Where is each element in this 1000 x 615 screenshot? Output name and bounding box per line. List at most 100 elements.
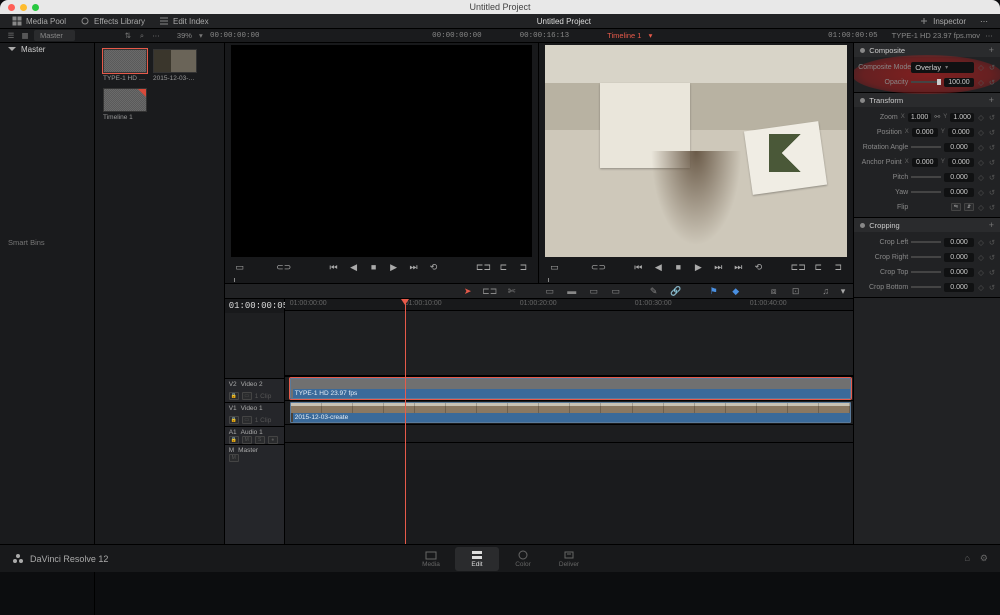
prev-frame-icon[interactable]: ◀ xyxy=(347,260,361,274)
list-view-icon[interactable]: ☰ xyxy=(6,31,16,41)
reset-icon[interactable]: ↺ xyxy=(988,143,996,152)
home-icon[interactable]: ⌂ xyxy=(964,553,969,564)
viewer-options-icon[interactable]: ⋯ xyxy=(984,31,994,41)
crop-bottom-slider[interactable] xyxy=(911,286,941,288)
timeline-current-tc[interactable]: 01:00:00:05 xyxy=(225,299,284,313)
enable-dot-icon[interactable] xyxy=(860,48,865,53)
flip-v-icon[interactable]: ⇵ xyxy=(964,203,974,211)
fit-to-fill-icon[interactable]: ▭ xyxy=(609,284,623,298)
crop-left-slider[interactable] xyxy=(911,241,941,243)
keyframe-icon[interactable]: ◇ xyxy=(977,188,985,197)
sort-icon[interactable]: ⇅ xyxy=(123,31,133,41)
reset-icon[interactable]: ↺ xyxy=(988,78,996,87)
pitch-slider[interactable] xyxy=(911,176,941,178)
breadcrumb[interactable]: Master xyxy=(34,30,75,41)
replace-clip-icon[interactable]: ▭ xyxy=(587,284,601,298)
clip-thumb[interactable]: TYPE-1 HD 23.97 fps... xyxy=(103,49,147,82)
arm-icon[interactable]: ● xyxy=(268,436,278,444)
track-header-v2[interactable]: V2Video 2 🔒▭1 Clip xyxy=(225,378,284,402)
section-header-transform[interactable]: Transform + xyxy=(854,93,1000,107)
reset-icon[interactable]: ↺ xyxy=(988,63,996,72)
link-icon[interactable]: ⚯ xyxy=(934,113,940,121)
in-out-icon[interactable]: ⊏⊐ xyxy=(476,260,490,274)
match-frame-icon[interactable]: ▭ xyxy=(233,260,247,274)
crop-left-input[interactable]: 0.000 xyxy=(944,238,974,247)
pos-x-input[interactable]: 0.000 xyxy=(912,128,938,137)
yaw-slider[interactable] xyxy=(911,191,941,193)
crop-right-input[interactable]: 0.000 xyxy=(944,253,974,262)
track-header-master[interactable]: MMaster M xyxy=(225,444,284,462)
marker-icon[interactable]: ✎ xyxy=(647,284,661,298)
track-auto-icon[interactable]: ▭ xyxy=(242,416,252,424)
keyframe-icon[interactable]: ◇ xyxy=(977,173,985,182)
edit-index-toggle[interactable]: Edit Index xyxy=(159,16,209,26)
reset-section-icon[interactable]: + xyxy=(989,220,994,230)
keyframe-icon[interactable]: ◇ xyxy=(977,283,985,292)
pitch-input[interactable]: 0.000 xyxy=(944,173,974,182)
source-zoom[interactable]: 39% xyxy=(177,31,192,40)
crop-top-slider[interactable] xyxy=(911,271,941,273)
first-frame-icon[interactable]: ⏮ xyxy=(631,260,645,274)
selection-tool-icon[interactable]: ➤ xyxy=(461,284,475,298)
in-out-icon[interactable]: ⊏⊐ xyxy=(791,260,805,274)
clip-v1[interactable]: 2015-12-03-create xyxy=(290,402,852,423)
media-options-icon[interactable]: ⋯ xyxy=(151,31,161,41)
track-header-a1[interactable]: A1Audio 1 🔒MS● xyxy=(225,426,284,444)
options-menu[interactable]: ⋯ xyxy=(980,17,988,26)
flag-icon[interactable]: ⚑ xyxy=(707,284,721,298)
insert-clip-icon[interactable]: ▭ xyxy=(543,284,557,298)
program-scrubber[interactable] xyxy=(545,277,847,283)
track-auto-icon[interactable]: ▭ xyxy=(242,392,252,400)
crop-bottom-input[interactable]: 0.000 xyxy=(944,283,974,292)
track-a1[interactable] xyxy=(285,424,854,442)
program-screen[interactable] xyxy=(545,45,847,257)
keyframe-icon[interactable]: ◇ xyxy=(977,113,985,122)
reset-icon[interactable]: ↺ xyxy=(988,203,996,212)
thumb-view-icon[interactable]: ▦ xyxy=(20,31,30,41)
keyframe-icon[interactable]: ◇ xyxy=(977,253,985,262)
clip-thumb[interactable]: Timeline 1 xyxy=(103,88,147,121)
loop-icon[interactable]: ⟲ xyxy=(427,260,441,274)
enable-dot-icon[interactable] xyxy=(860,223,865,228)
keyframe-icon[interactable]: ◇ xyxy=(977,63,985,72)
reset-icon[interactable]: ↺ xyxy=(988,283,996,292)
timeline-ruler[interactable]: 01:00:00:00 01:00:10:00 01:00:20:00 01:0… xyxy=(285,299,854,311)
mark-out-icon[interactable]: ⊐ xyxy=(831,260,845,274)
next-edit-icon[interactable]: ⏭ xyxy=(731,260,745,274)
source-scrubber[interactable] xyxy=(231,277,533,283)
trim-tool-icon[interactable]: ⊏⊐ xyxy=(483,284,497,298)
timeline-body[interactable]: 01:00:00:00 01:00:10:00 01:00:20:00 01:0… xyxy=(285,299,854,544)
reset-icon[interactable]: ↺ xyxy=(988,158,996,167)
keyframe-icon[interactable]: ◇ xyxy=(977,238,985,247)
reset-section-icon[interactable]: + xyxy=(989,95,994,105)
clip-v2[interactable]: TYPE-1 HD 23.97 fps xyxy=(290,378,852,399)
audio-mixer-icon[interactable]: ♫ xyxy=(819,284,833,298)
linked-selection-icon[interactable]: ⊡ xyxy=(789,284,803,298)
section-header-cropping[interactable]: Cropping + xyxy=(854,218,1000,232)
loop-icon[interactable]: ⟲ xyxy=(751,260,765,274)
anchor-y-input[interactable]: 0.000 xyxy=(948,158,974,167)
track-v2[interactable]: TYPE-1 HD 23.97 fps xyxy=(285,376,854,400)
link-icon[interactable]: 🔗 xyxy=(669,284,683,298)
play-icon[interactable]: ▶ xyxy=(387,260,401,274)
reset-icon[interactable]: ↺ xyxy=(988,253,996,262)
first-frame-icon[interactable]: ⏮ xyxy=(327,260,341,274)
mark-in-icon[interactable]: ⊏ xyxy=(811,260,825,274)
opacity-slider[interactable] xyxy=(911,81,941,83)
search-icon[interactable]: ⌕ xyxy=(137,31,147,41)
crop-top-input[interactable]: 0.000 xyxy=(944,268,974,277)
zoom-y-input[interactable]: 1.000 xyxy=(950,113,974,122)
playhead[interactable] xyxy=(405,299,406,544)
reset-icon[interactable]: ↺ xyxy=(988,238,996,247)
rotation-slider[interactable] xyxy=(911,146,941,148)
stop-icon[interactable]: ■ xyxy=(671,260,685,274)
last-frame-icon[interactable]: ⏭ xyxy=(711,260,725,274)
crop-right-slider[interactable] xyxy=(911,256,941,258)
snapping-icon[interactable]: ⧈ xyxy=(767,284,781,298)
zoom-x-input[interactable]: 1.000 xyxy=(908,113,932,122)
mark-in-icon[interactable]: ⊏ xyxy=(496,260,510,274)
prev-frame-icon[interactable]: ◀ xyxy=(651,260,665,274)
jog-icon[interactable]: ⊂⊃ xyxy=(591,260,605,274)
track-lock-icon[interactable]: 🔒 xyxy=(229,436,239,444)
track-header-v1[interactable]: V1Video 1 🔒▭1 Clip xyxy=(225,402,284,426)
